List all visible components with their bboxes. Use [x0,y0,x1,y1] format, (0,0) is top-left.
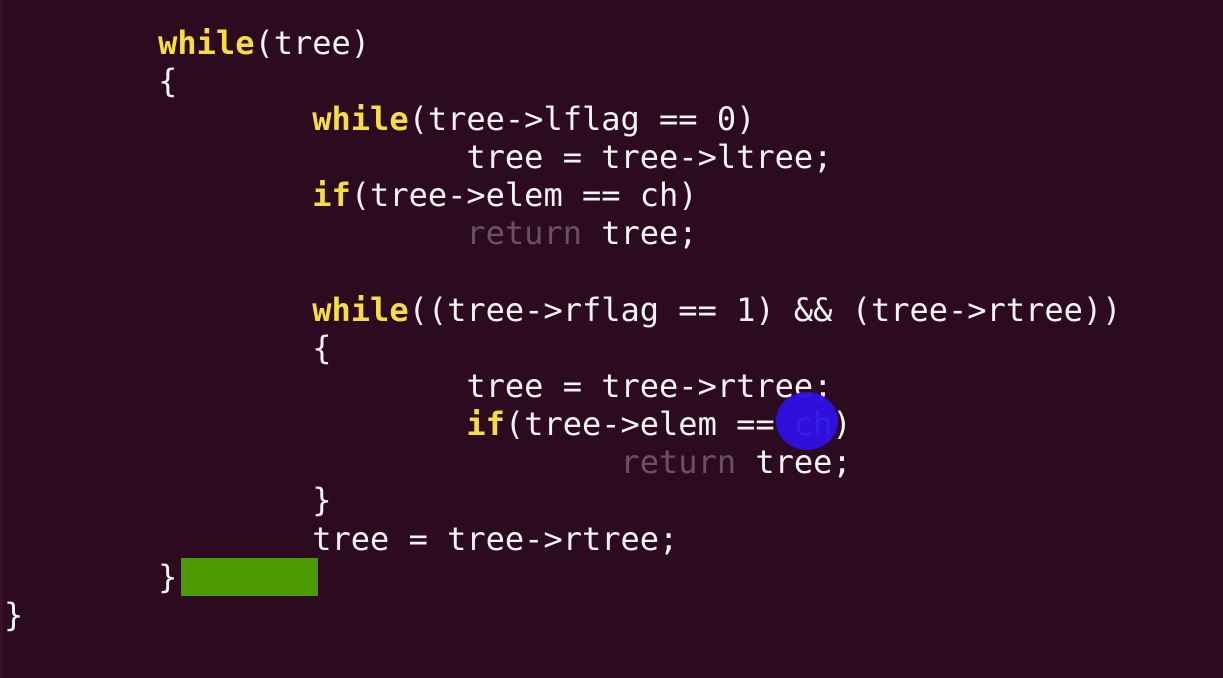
code-line[interactable]: } [4,596,23,634]
keyword-token: if [466,405,505,443]
code-token: (tree) [254,24,371,62]
mouse-pointer-icon [776,392,838,450]
keyword-token: while [158,24,255,62]
code-token: tree = tree->rtree; [4,520,679,558]
code-line[interactable]: tree = tree->ltree; [4,138,832,176]
code-token: tree = tree->rtree; [4,367,833,405]
code-line[interactable]: return tree; [4,214,698,252]
code-token: } [4,481,332,519]
code-line[interactable]: while((tree->rflag == 1) && (tree->rtree… [4,291,1121,329]
code-line[interactable]: return tree; [4,443,852,481]
code-editor[interactable]: while(tree) { while(tree->lflag == 0) tr… [0,0,1223,678]
keyword-token: while [312,291,409,329]
code-line[interactable]: } [4,558,177,596]
code-token: (tree->lflag == 0) [408,100,756,138]
code-token: tree; [581,214,698,252]
code-token: tree = tree->ltree; [4,138,833,176]
code-token: (tree->elem == ch) [350,176,698,214]
text-cursor-highlight [181,558,318,596]
code-line[interactable]: tree = tree->rtree; [4,367,832,405]
code-line[interactable]: } [4,481,332,519]
code-line[interactable]: if(tree->elem == ch) [4,176,698,214]
code-token: } [4,558,178,596]
code-line[interactable]: { [4,62,177,100]
code-token: { [4,62,178,100]
code-token: ((tree->rflag == 1) && (tree->rtree)) [408,291,1122,329]
keyword-token: if [312,176,351,214]
code-line[interactable]: while(tree) [4,24,370,62]
code-token: tree; [736,443,852,481]
keyword-token: while [312,100,409,138]
code-line[interactable]: tree = tree->rtree; [4,520,678,558]
code-line[interactable]: { [4,329,332,367]
code-line[interactable]: if(tree->elem == ch) [4,405,851,443]
window-edge [0,0,3,678]
code-token: { [4,329,332,367]
dimmed-keyword-token: return [466,214,582,252]
dimmed-keyword-token: return [620,443,737,481]
code-token: } [4,596,24,634]
code-line[interactable]: while(tree->lflag == 0) [4,100,755,138]
